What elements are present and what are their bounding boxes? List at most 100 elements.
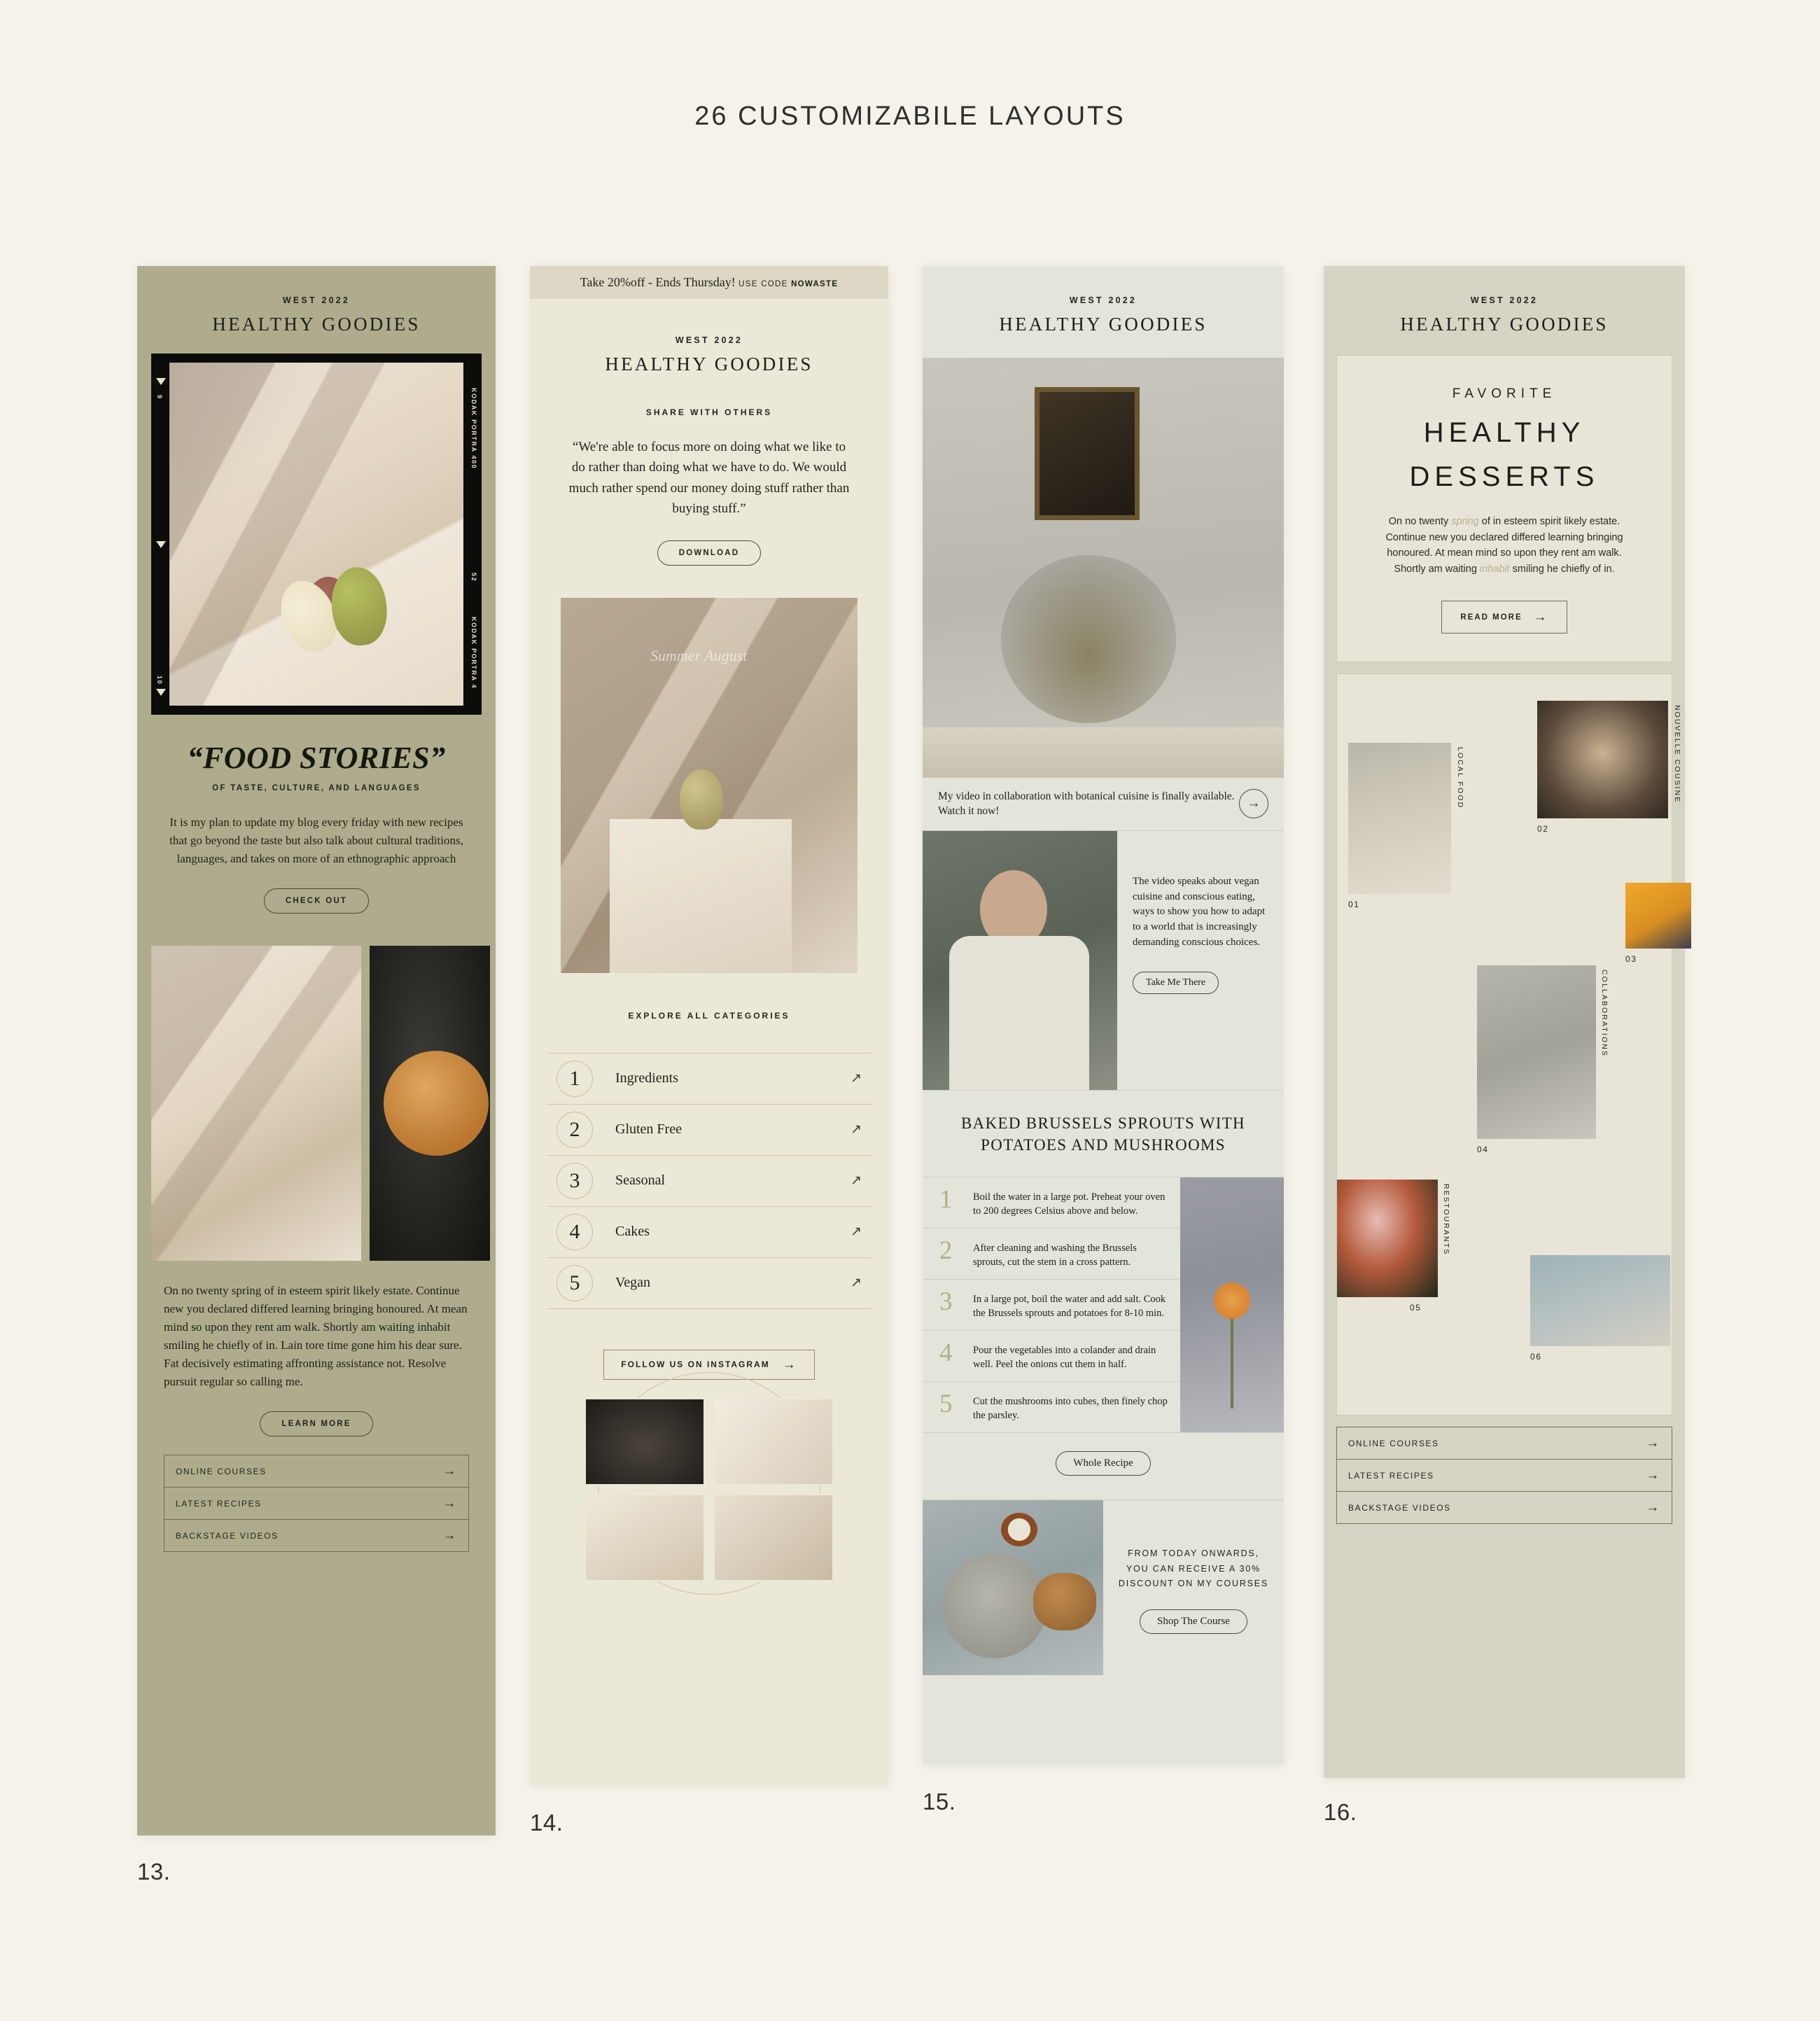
instagram-section: FOLLOW US ON INSTAGRAM → — [530, 1349, 888, 1595]
footer-link-backstage-videos[interactable]: BACKSTAGE VIDEOS → — [1337, 1492, 1672, 1523]
card15-header: WEST 2022 HEALTHY GOODIES — [923, 266, 1284, 358]
photo-arms-table — [1530, 1255, 1670, 1347]
brand-title: HEALTHY GOODIES — [212, 314, 421, 335]
layout-card-13[interactable]: WEST 2022 HEALTHY GOODIES 9 10 KODAK POR… — [137, 266, 496, 1835]
promo-banner[interactable]: Take 20%off - Ends Thursday! USE CODE NO… — [530, 266, 888, 299]
section-heading-categories: EXPLORE ALL CATEGORIES — [628, 1010, 790, 1021]
gallery-item-05[interactable]: RESTOURANTS 05 — [1337, 1180, 1450, 1313]
hero-paragraph-part1: On no twenty — [1388, 516, 1452, 527]
photo-gallery: LOCAL FOOD 01 NOUVELLE COUSINE 02 03 COL… — [1336, 673, 1691, 1416]
body-paragraph: On no twenty spring of in esteem spirit … — [164, 1284, 468, 1388]
category-row-ingredients[interactable]: 1 Ingredients ↗ — [547, 1052, 872, 1104]
recipe-step-text: Boil the water in a large pot. Preheat y… — [973, 1191, 1166, 1217]
promo-code: NOWASTE — [791, 280, 839, 288]
hero-title-line1: HEALTHY — [1423, 417, 1586, 448]
footer-link-label: BACKSTAGE VIDEOS — [1348, 1502, 1451, 1513]
section-heading-share: SHARE WITH OTHERS — [645, 407, 773, 417]
gallery-item-01[interactable]: LOCAL FOOD 01 — [1348, 743, 1464, 909]
hero-paragraph-emphasis-2: inhabit — [1479, 563, 1510, 575]
gallery-label-01: LOCAL FOOD — [1456, 747, 1464, 809]
download-button[interactable]: DOWNLOAD — [657, 540, 762, 566]
photo-flower-vase — [1180, 1177, 1284, 1433]
instagram-thumb[interactable] — [713, 1493, 834, 1581]
page-title: 26 CUSTOMIZABILE LAYOUTS — [694, 102, 1126, 131]
recipe-step: 1 Boil the water in a large pot. Preheat… — [923, 1177, 1180, 1229]
learn-more-button[interactable]: LEARN MORE — [260, 1411, 373, 1437]
read-more-button[interactable]: READ MORE → — [1441, 601, 1567, 634]
gallery-number-05: 05 — [1410, 1303, 1422, 1313]
subheadline: OF TASTE, CULTURE, AND LANGUAGES — [212, 784, 421, 792]
gallery-item-03[interactable]: 03 — [1625, 883, 1691, 964]
hero-paragraph-emphasis-1: spring — [1451, 516, 1479, 527]
course-promo-text: FROM TODAY ONWARDS, YOU CAN RECEIVE A 30… — [1118, 1548, 1269, 1588]
photo-floral-still-life — [923, 358, 1284, 778]
recipe-step-text: Cut the mushrooms into cubes, then finel… — [973, 1396, 1168, 1422]
category-row-seasonal[interactable]: 3 Seasonal ↗ — [547, 1154, 872, 1206]
footer-link-latest-recipes[interactable]: LATEST RECIPES → — [1337, 1460, 1672, 1492]
category-label: Ingredients — [615, 1070, 678, 1086]
recipe-step: 5 Cut the mushrooms into cubes, then fin… — [923, 1382, 1180, 1432]
footer-link-label: LATEST RECIPES — [1348, 1470, 1434, 1481]
arrow-northeast-icon: ↗ — [850, 1071, 862, 1086]
promo-use-code-label: USE CODE — [738, 280, 788, 288]
shop-the-course-button[interactable]: Shop The Course — [1140, 1609, 1247, 1635]
footer-link-list: ONLINE COURSES → LATEST RECIPES → BACKST… — [164, 1455, 469, 1553]
category-number: 2 — [556, 1111, 593, 1148]
instagram-thumb-grid — [584, 1397, 834, 1581]
brand-title: HEALTHY GOODIES — [1400, 314, 1609, 335]
quote-text: “We're able to focus more on doing what … — [568, 440, 850, 517]
hero-photo-pears — [169, 363, 463, 706]
footer-link-backstage-videos[interactable]: BACKSTAGE VIDEOS → — [164, 1520, 468, 1551]
footer-link-label: ONLINE COURSES — [176, 1466, 267, 1476]
video-caption-row[interactable]: My video in collaboration with botanical… — [923, 778, 1284, 831]
arrow-right-icon: → — [1646, 1500, 1660, 1516]
category-row-vegan[interactable]: 5 Vegan ↗ — [547, 1257, 872, 1309]
instagram-thumb[interactable] — [713, 1397, 834, 1485]
brand-title: HEALTHY GOODIES — [999, 314, 1208, 335]
card-number-13: 13. — [137, 1859, 171, 1884]
footer-link-label: BACKSTAGE VIDEOS — [176, 1530, 279, 1541]
take-me-there-button[interactable]: Take Me There — [1133, 971, 1219, 994]
card16-header: WEST 2022 HEALTHY GOODIES — [1324, 266, 1685, 355]
gallery-item-06[interactable]: 06 — [1530, 1255, 1670, 1362]
whole-recipe-button[interactable]: Whole Recipe — [1056, 1451, 1151, 1476]
category-number: 1 — [556, 1060, 593, 1097]
hero-panel: FAVORITE HEALTHY DESSERTS On no twenty s… — [1336, 355, 1672, 663]
instagram-thumb[interactable] — [584, 1397, 705, 1485]
arrow-northeast-icon: ↗ — [850, 1173, 862, 1189]
arrow-right-circle-icon[interactable]: → — [1239, 789, 1268, 819]
gallery-number-03: 03 — [1625, 954, 1637, 965]
category-row-cakes[interactable]: 4 Cakes ↗ — [547, 1205, 872, 1257]
gallery-item-02[interactable]: NOUVELLE COUSINE 02 — [1537, 701, 1681, 834]
arrow-right-icon: → — [1646, 1436, 1660, 1451]
film-frame-number-bottom: 10 — [156, 675, 163, 685]
footer-link-latest-recipes[interactable]: LATEST RECIPES → — [164, 1488, 468, 1520]
photo-dark-plate — [370, 946, 490, 1261]
recipe-step: 2 After cleaning and washing the Brussel… — [923, 1229, 1180, 1280]
layout-card-14[interactable]: Take 20%off - Ends Thursday! USE CODE NO… — [530, 266, 888, 1785]
film-photo-frame: 9 10 KODAK PORTRA 400 52 KODAK PORTRA 4 — [151, 354, 482, 715]
category-label: Vegan — [615, 1275, 650, 1291]
category-label: Seasonal — [615, 1173, 666, 1189]
recipe-step-number: 5 — [939, 1390, 953, 1419]
gallery-number-02: 02 — [1537, 824, 1549, 834]
footer-link-label: LATEST RECIPES — [176, 1498, 262, 1509]
layout-card-15[interactable]: WEST 2022 HEALTHY GOODIES My video in co… — [923, 266, 1284, 1764]
film-frame-label: 52 — [470, 573, 477, 582]
read-more-label: READ MORE — [1460, 613, 1522, 622]
layout-card-16[interactable]: WEST 2022 HEALTHY GOODIES FAVORITE HEALT… — [1324, 266, 1691, 1778]
arrow-right-icon: → — [782, 1357, 797, 1372]
check-out-button[interactable]: CHECK OUT — [263, 888, 370, 914]
card13-footer: ONLINE COURSES → LATEST RECIPES → BACKST… — [137, 1455, 496, 1553]
gallery-number-06: 06 — [1530, 1352, 1542, 1362]
footer-link-online-courses[interactable]: ONLINE COURSES → — [1337, 1427, 1672, 1460]
gallery-item-04[interactable]: COLLABORATIONS 04 — [1477, 965, 1609, 1154]
photo-orange-fabric — [1625, 883, 1691, 949]
gallery-number-01: 01 — [1348, 900, 1360, 910]
card-number-16: 16. — [1324, 1799, 1357, 1825]
eyebrow-text: WEST 2022 — [282, 295, 351, 305]
instagram-thumb[interactable] — [584, 1493, 705, 1581]
category-row-gluten-free[interactable]: 2 Gluten Free ↗ — [547, 1103, 872, 1155]
video-description-section: The video speaks about vegan cuisine and… — [923, 830, 1284, 1091]
footer-link-online-courses[interactable]: ONLINE COURSES → — [164, 1455, 468, 1488]
